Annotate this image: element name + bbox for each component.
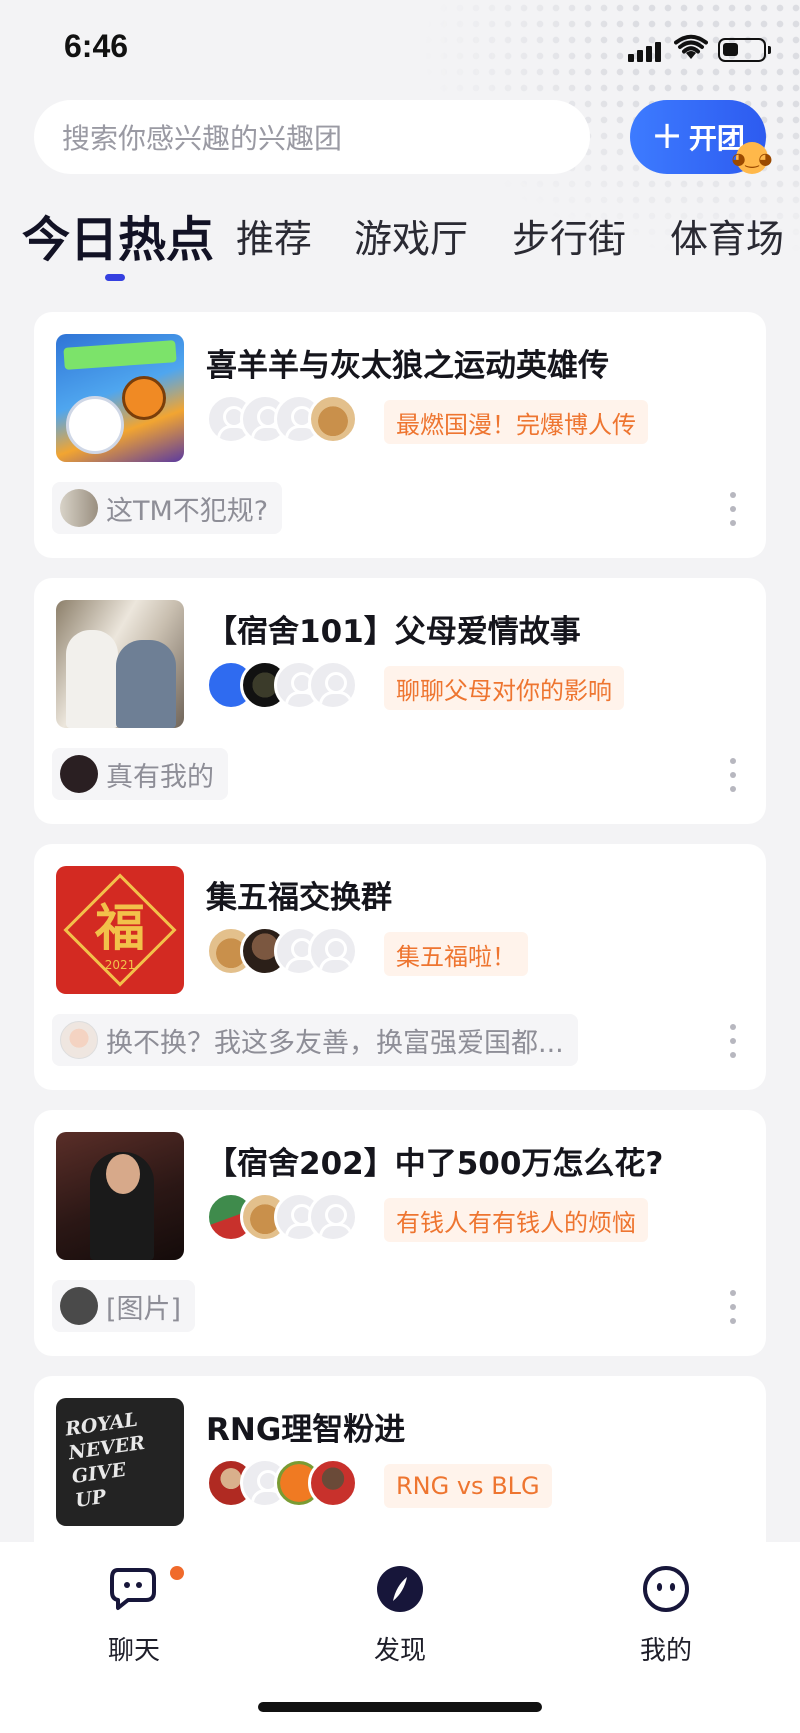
group-thumbnail xyxy=(56,1132,184,1260)
group-thumbnail xyxy=(56,334,184,462)
group-title: 【宿舍202】中了500万怎么花? xyxy=(206,1146,664,1182)
compass-icon xyxy=(377,1566,423,1612)
more-options-icon[interactable] xyxy=(730,492,736,526)
active-tab-indicator xyxy=(105,274,125,281)
sender-avatar xyxy=(60,489,98,527)
nav-discover-label: 发现 xyxy=(373,1636,426,1666)
group-title: RNG理智粉进 xyxy=(206,1412,406,1448)
sender-avatar xyxy=(60,755,98,793)
member-avatars xyxy=(206,394,366,444)
tab-pedestrian-street[interactable]: 步行街 xyxy=(512,208,626,263)
group-tag: 聊聊父母对你的影响 xyxy=(384,666,624,710)
last-message-text: [图片] xyxy=(106,1293,182,1325)
member-avatar xyxy=(308,1458,358,1508)
last-message-text: 真有我的 xyxy=(106,761,214,793)
fu-year: 2021 xyxy=(104,958,136,972)
last-message[interactable]: 这TM不犯规? xyxy=(52,482,283,534)
search-input[interactable]: 搜索你感兴趣的兴趣团 xyxy=(34,100,590,174)
group-tag: 集五福啦！ xyxy=(384,932,528,976)
nav-discover[interactable]: 发现 xyxy=(340,1564,460,1667)
royal-never-give-up-art: ROYAL NEVER GIVE UP xyxy=(63,1408,147,1512)
last-message-text: 这TM不犯规? xyxy=(106,495,269,527)
member-avatar xyxy=(308,394,358,444)
group-thumbnail: ROYAL NEVER GIVE UP xyxy=(56,1398,184,1526)
emoji-sticker-icon: ◕‿◕ xyxy=(732,142,772,174)
wifi-icon xyxy=(674,34,708,59)
more-options-icon[interactable] xyxy=(730,1024,736,1058)
group-card[interactable]: 喜羊羊与灰太狼之运动英雄传 最燃国漫！完爆博人传 这TM不犯规? xyxy=(34,312,766,558)
search-placeholder: 搜索你感兴趣的兴趣团 xyxy=(62,122,343,155)
last-message[interactable]: 真有我的 xyxy=(52,748,228,800)
member-avatars xyxy=(206,660,366,710)
sender-avatar xyxy=(60,1287,98,1325)
tab-game-hall[interactable]: 游戏厅 xyxy=(354,208,468,263)
smiley-profile-icon xyxy=(643,1566,689,1612)
more-options-icon[interactable] xyxy=(730,1290,736,1324)
nav-profile[interactable]: 我的 xyxy=(606,1564,726,1667)
sender-avatar xyxy=(60,1021,98,1059)
group-title: 集五福交换群 xyxy=(206,880,392,916)
member-avatars xyxy=(206,1192,366,1242)
cellular-signal-icon xyxy=(628,40,662,62)
member-avatars xyxy=(206,926,366,976)
nav-chat-label: 聊天 xyxy=(107,1636,160,1666)
category-tabs: 今日热点 推荐 游戏厅 步行街 体育场 xyxy=(0,200,800,290)
fu-character: 福 xyxy=(95,898,145,957)
status-time: 6:46 xyxy=(64,28,129,64)
group-thumbnail: 福 2021 xyxy=(56,866,184,994)
group-card[interactable]: 【宿舍202】中了500万怎么花? 有钱人有有钱人的烦恼 [图片] xyxy=(34,1110,766,1356)
last-message-text: 换不换？我这多友善，换富强爱国都... xyxy=(106,1027,564,1059)
member-avatar xyxy=(308,1192,358,1242)
tab-recommend[interactable]: 推荐 xyxy=(236,208,312,263)
member-avatar xyxy=(308,660,358,710)
status-bar: 6:46 xyxy=(0,0,800,96)
group-tag: 有钱人有有钱人的烦恼 xyxy=(384,1198,648,1242)
group-title: 【宿舍101】父母爱情故事 xyxy=(206,614,581,650)
group-thumbnail xyxy=(56,600,184,728)
tab-stadium[interactable]: 体育场 xyxy=(670,208,784,263)
more-options-icon[interactable] xyxy=(730,758,736,792)
chat-bubbles-icon xyxy=(110,1568,156,1610)
group-tag: 最燃国漫！完爆博人传 xyxy=(384,400,648,444)
home-indicator[interactable] xyxy=(258,1702,542,1712)
group-title: 喜羊羊与灰太狼之运动英雄传 xyxy=(206,348,609,384)
group-card[interactable]: 【宿舍101】父母爱情故事 聊聊父母对你的影响 真有我的 xyxy=(34,578,766,824)
last-message[interactable]: 换不换？我这多友善，换富强爱国都... xyxy=(52,1014,578,1066)
tab-today-hot[interactable]: 今日热点 xyxy=(22,200,214,270)
group-tag: RNG vs BLG xyxy=(384,1464,552,1508)
plus-icon: + xyxy=(651,113,683,157)
group-card[interactable]: 福 2021 集五福交换群 集五福啦！ 换不换？我这多友善，换富强爱国都... xyxy=(34,844,766,1090)
member-avatar xyxy=(308,926,358,976)
battery-icon xyxy=(718,38,771,62)
unread-badge xyxy=(170,1566,184,1580)
nav-profile-label: 我的 xyxy=(639,1636,692,1666)
member-avatars xyxy=(206,1458,366,1508)
last-message[interactable]: [图片] xyxy=(52,1280,196,1332)
header-area: 6:46 搜索你感兴趣的兴趣团 + 开团 ◕‿◕ 今日热点 推荐 游戏厅 步行街… xyxy=(0,0,800,290)
